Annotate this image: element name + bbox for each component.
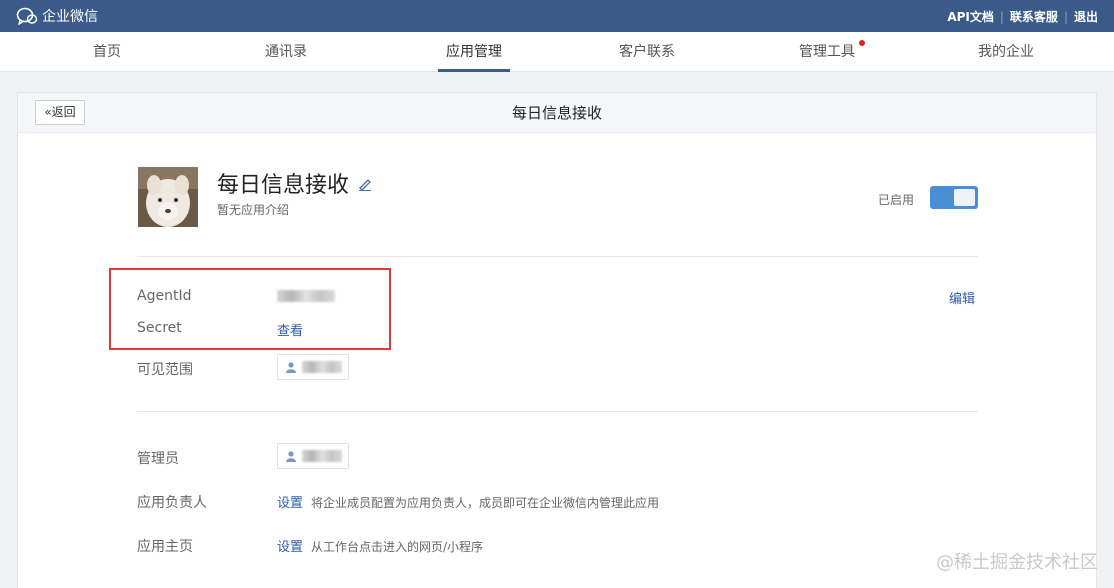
nav-contacts[interactable]: 通讯录 bbox=[260, 32, 312, 72]
redacted-member-name bbox=[302, 450, 342, 462]
homepage-row: 设置 从工作台点击进入的网页/小程序 bbox=[277, 536, 483, 555]
api-docs-link[interactable]: API文档 bbox=[947, 8, 994, 25]
enable-toggle[interactable] bbox=[930, 186, 978, 209]
back-button-label: 返回 bbox=[51, 105, 76, 119]
edit-pencil-icon[interactable] bbox=[357, 175, 373, 191]
owner-row: 设置 将企业成员配置为应用负责人，成员即可在企业微信内管理此应用 bbox=[277, 492, 659, 511]
notification-dot bbox=[859, 40, 865, 46]
admin-label: 管理员 bbox=[137, 451, 179, 467]
owner-label: 应用负责人 bbox=[137, 495, 207, 511]
top-bar: 企业微信 API文档 | 联系客服 | 退出 bbox=[0, 0, 1114, 32]
top-links: API文档 | 联系客服 | 退出 bbox=[947, 8, 1098, 25]
double-chevron-left-icon: « bbox=[44, 105, 52, 119]
user-icon bbox=[286, 450, 296, 462]
link-separator: | bbox=[1063, 9, 1068, 24]
card-header: 每日信息接收 «返回 bbox=[18, 93, 1096, 133]
logout-link[interactable]: 退出 bbox=[1074, 8, 1098, 25]
set-owner-link[interactable]: 设置 bbox=[277, 496, 303, 511]
back-button[interactable]: «返回 bbox=[35, 100, 85, 125]
homepage-hint: 从工作台点击进入的网页/小程序 bbox=[311, 540, 484, 554]
main-nav: 首页 通讯录 应用管理 客户联系 管理工具 我的企业 bbox=[0, 32, 1114, 72]
app-name: 每日信息接收 bbox=[217, 173, 350, 198]
nav-management-tools-label: 管理工具 bbox=[799, 44, 855, 60]
white-dog-avatar-image bbox=[138, 167, 198, 227]
nav-home[interactable]: 首页 bbox=[87, 32, 127, 72]
contact-support-link[interactable]: 联系客服 bbox=[1010, 8, 1058, 25]
wecom-logo-icon bbox=[16, 7, 38, 25]
app-avatar[interactable] bbox=[138, 167, 198, 227]
toggle-knob bbox=[954, 189, 975, 206]
redacted-member-name bbox=[302, 361, 342, 373]
nav-customer-contact[interactable]: 客户联系 bbox=[614, 32, 680, 72]
user-icon bbox=[286, 361, 296, 373]
watermark: @稀土掘金技术社区 bbox=[936, 552, 1098, 573]
admin-member-chip[interactable] bbox=[277, 443, 349, 469]
owner-hint: 将企业成员配置为应用负责人，成员即可在企业微信内管理此应用 bbox=[311, 496, 660, 510]
visibility-label: 可见范围 bbox=[137, 362, 193, 378]
nav-management-tools[interactable]: 管理工具 bbox=[796, 32, 865, 72]
nav-my-company[interactable]: 我的企业 bbox=[974, 32, 1038, 72]
app-description: 暂无应用介绍 bbox=[217, 203, 290, 217]
app-name-row: 每日信息接收 bbox=[217, 167, 373, 199]
brand-logo[interactable]: 企业微信 bbox=[16, 6, 98, 26]
section-divider bbox=[137, 256, 978, 257]
app-detail-card: 每日信息接收 «返回 每日信息接收 暂无应用介绍 已启用 AgentId Sec… bbox=[17, 92, 1097, 588]
section-divider bbox=[137, 411, 978, 412]
link-separator: | bbox=[999, 9, 1004, 24]
status-label: 已启用 bbox=[878, 193, 915, 207]
set-homepage-link[interactable]: 设置 bbox=[277, 540, 303, 555]
edit-credentials-link[interactable]: 编辑 bbox=[949, 288, 975, 307]
homepage-label: 应用主页 bbox=[137, 539, 193, 555]
highlight-box bbox=[109, 268, 391, 350]
page-title: 每日信息接收 bbox=[511, 104, 602, 122]
visibility-member-chip[interactable] bbox=[277, 354, 349, 380]
nav-app-management[interactable]: 应用管理 bbox=[438, 32, 510, 72]
brand-name: 企业微信 bbox=[42, 9, 98, 25]
